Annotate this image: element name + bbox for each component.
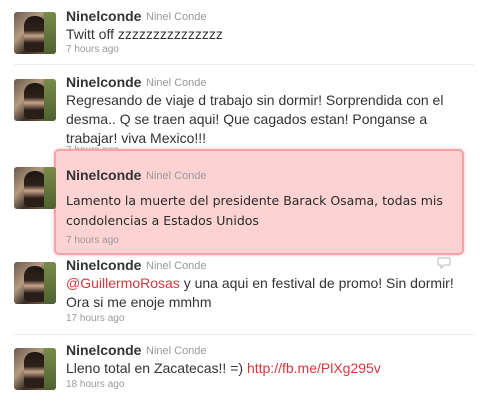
avatar[interactable] bbox=[14, 262, 56, 304]
url-link[interactable]: http://fb.me/PlXg295v bbox=[247, 360, 381, 376]
timestamp[interactable]: 7 hours ago bbox=[66, 44, 119, 55]
username[interactable]: Ninelconde bbox=[66, 257, 141, 273]
tweet-text: Twitt off zzzzzzzzzzzzzzz bbox=[66, 26, 223, 42]
fullname: Ninel Conde bbox=[146, 11, 207, 23]
mention-link[interactable]: @GuillermoRosas bbox=[66, 275, 180, 291]
tweet-body: Lleno total en Zacatecas!! =) bbox=[66, 360, 247, 376]
tweet-text: Lamento la muerte del presidente Barack … bbox=[66, 193, 443, 228]
username[interactable]: Ninelconde bbox=[66, 74, 141, 90]
divider bbox=[14, 334, 474, 335]
tweet-text: Lleno total en Zacatecas!! =) http://fb.… bbox=[66, 359, 466, 378]
tweet-text: Regresando de viaje d trabajo sin dormir… bbox=[66, 92, 444, 146]
avatar[interactable] bbox=[14, 12, 56, 54]
tweet-text: @GuillermoRosas y una aqui en festival d… bbox=[66, 274, 461, 312]
highlighted-tweet: Ninelconde Ninel Conde Lamento la muerte… bbox=[14, 149, 464, 255]
avatar[interactable] bbox=[14, 79, 56, 121]
username[interactable]: Ninelconde bbox=[66, 342, 141, 358]
timestamp[interactable]: 18 hours ago bbox=[66, 379, 124, 390]
fullname: Ninel Conde bbox=[146, 170, 207, 182]
reply-icon[interactable] bbox=[437, 257, 451, 269]
avatar[interactable] bbox=[14, 167, 56, 209]
timestamp[interactable]: 7 hours ago bbox=[66, 235, 119, 246]
fullname: Ninel Conde bbox=[146, 260, 207, 272]
username[interactable]: Ninelconde bbox=[66, 8, 141, 24]
username[interactable]: Ninelconde bbox=[66, 167, 141, 183]
avatar[interactable] bbox=[14, 348, 56, 390]
fullname: Ninel Conde bbox=[146, 345, 207, 357]
divider bbox=[14, 64, 474, 65]
timestamp[interactable]: 17 hours ago bbox=[66, 313, 124, 324]
fullname: Ninel Conde bbox=[146, 77, 207, 89]
